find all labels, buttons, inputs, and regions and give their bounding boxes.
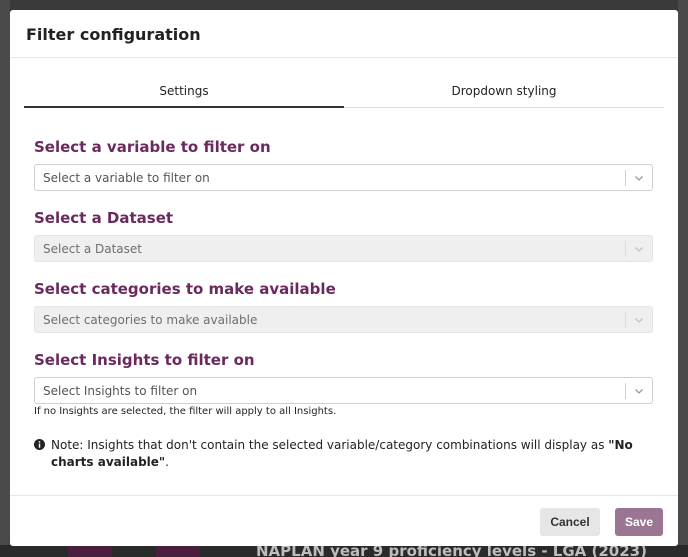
categories-select[interactable]: Select categories to make available <box>34 306 653 333</box>
filter-configuration-modal: Filter configuration Settings Dropdown s… <box>10 10 678 546</box>
chevron-down-icon[interactable] <box>634 244 644 254</box>
background-page-bottom: NAPLAN year 9 proficiency levels - LGA (… <box>0 545 688 557</box>
cancel-button[interactable]: Cancel <box>540 508 600 536</box>
background-insight-title: NAPLAN year 9 proficiency levels - LGA (… <box>256 545 647 557</box>
dataset-field-label: Select a Dataset <box>34 209 174 227</box>
select-separator <box>625 383 626 399</box>
insights-select-placeholder: Select Insights to filter on <box>43 384 198 398</box>
modal-header: Filter configuration <box>10 10 678 58</box>
variable-field-label: Select a variable to filter on <box>34 138 271 156</box>
note-message: Note: Insights that don't contain the se… <box>34 437 634 471</box>
modal-title: Filter configuration <box>26 25 201 44</box>
tab-settings[interactable]: Settings <box>24 82 344 108</box>
select-separator <box>625 241 626 257</box>
note-prefix: Note: Insights that don't contain the se… <box>51 438 609 452</box>
modal-footer: Cancel Save <box>10 495 678 546</box>
save-button[interactable]: Save <box>615 508 663 536</box>
background-page-left <box>0 0 10 557</box>
dataset-select[interactable]: Select a Dataset <box>34 235 653 262</box>
tab-bar: Settings Dropdown styling <box>24 82 664 108</box>
insights-help-text: If no Insights are selected, the filter … <box>34 406 337 417</box>
select-separator <box>625 312 626 328</box>
background-block <box>156 545 200 557</box>
variable-select-placeholder: Select a variable to filter on <box>43 171 210 185</box>
background-block <box>68 545 112 557</box>
info-circle-icon <box>34 439 45 450</box>
chevron-down-icon[interactable] <box>634 173 644 183</box>
categories-select-placeholder: Select categories to make available <box>43 313 258 327</box>
tab-dropdown-styling[interactable]: Dropdown styling <box>344 82 664 107</box>
select-separator <box>625 170 626 186</box>
dataset-select-placeholder: Select a Dataset <box>43 242 142 256</box>
background-page-right <box>678 0 688 557</box>
chevron-down-icon[interactable] <box>634 315 644 325</box>
insights-select[interactable]: Select Insights to filter on <box>34 377 653 404</box>
note-suffix: . <box>165 455 169 469</box>
insights-field-label: Select Insights to filter on <box>34 351 255 369</box>
note-text: Note: Insights that don't contain the se… <box>51 437 634 471</box>
variable-select[interactable]: Select a variable to filter on <box>34 164 653 191</box>
chevron-down-icon[interactable] <box>634 386 644 396</box>
categories-field-label: Select categories to make available <box>34 280 336 298</box>
